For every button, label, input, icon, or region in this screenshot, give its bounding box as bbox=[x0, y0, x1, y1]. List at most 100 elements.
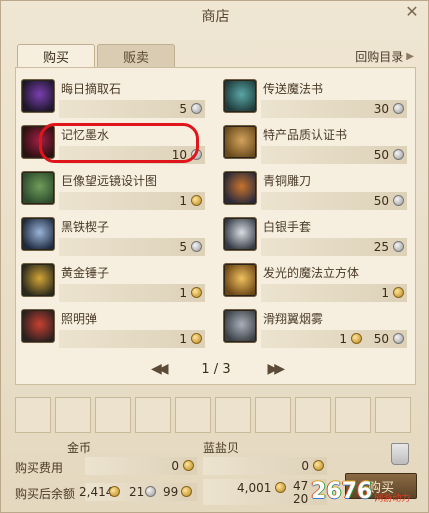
item-name: 发光的魔法立方体 bbox=[263, 266, 360, 280]
buyback-label: 回购目录 bbox=[355, 50, 404, 64]
item-price-silver: 50 bbox=[373, 332, 389, 346]
cart-slot[interactable] bbox=[255, 397, 291, 433]
cost-gold-value: 0 bbox=[171, 459, 179, 473]
trash-icon[interactable] bbox=[391, 443, 409, 465]
cart-slot[interactable] bbox=[135, 397, 171, 433]
item-price: 50 bbox=[373, 194, 389, 208]
silver-coin-icon bbox=[145, 486, 156, 497]
item-price-bar: 30 bbox=[261, 100, 407, 118]
gold-coin-icon bbox=[393, 287, 404, 298]
silver-coin-icon bbox=[393, 241, 404, 252]
item-name: 传送魔法书 bbox=[263, 82, 324, 96]
gold-coin-icon bbox=[191, 287, 202, 298]
certificate-icon bbox=[223, 125, 257, 159]
gold-coin-icon bbox=[109, 486, 120, 497]
cart-slot[interactable] bbox=[215, 397, 251, 433]
item-price: 25 bbox=[373, 240, 389, 254]
cart-slot[interactable] bbox=[175, 397, 211, 433]
item-name: 黄金锤子 bbox=[61, 266, 110, 280]
watermark-sub: 网游动力 bbox=[374, 494, 411, 504]
blueprint-icon bbox=[21, 171, 55, 205]
cost-shell-field: 0 bbox=[203, 457, 327, 475]
shop-item[interactable]: 传送魔法书 30 bbox=[223, 79, 407, 121]
cost-shell-value: 0 bbox=[301, 459, 309, 473]
item-price-bar: 25 bbox=[261, 238, 407, 256]
balance-copper-value: 99 bbox=[163, 485, 179, 499]
cart-slot[interactable] bbox=[15, 397, 51, 433]
gold-coin-icon bbox=[191, 195, 202, 206]
cost-gold-field: 0 bbox=[85, 457, 197, 475]
glider-smoke-icon bbox=[223, 309, 257, 343]
item-price: 1 bbox=[179, 332, 187, 346]
book-icon bbox=[223, 79, 257, 113]
gold-coin-icon bbox=[183, 460, 194, 471]
item-name: 滑翔翼烟雾 bbox=[263, 312, 324, 326]
shop-item[interactable]: 特产品质认证书 50 bbox=[223, 125, 407, 167]
item-price: 30 bbox=[373, 102, 389, 116]
balance-label: 购买后余额 bbox=[15, 487, 76, 501]
page-indicator: 1 / 3 bbox=[201, 361, 231, 377]
item-name: 白银手套 bbox=[263, 220, 312, 234]
tab-buy[interactable]: 购买 bbox=[17, 44, 95, 68]
shop-item[interactable]: 黄金锤子 1 bbox=[21, 263, 205, 305]
silver-coin-icon bbox=[393, 149, 404, 160]
tab-sell[interactable]: 贩卖 bbox=[97, 44, 175, 68]
item-price-bar: 1 50 bbox=[261, 330, 407, 348]
shop-item[interactable]: 巨像望远镜设计图 1 bbox=[21, 171, 205, 213]
last-page-icon[interactable]: ▶▶ bbox=[267, 361, 284, 377]
shop-item[interactable]: 晦日摘取石 5 bbox=[21, 79, 205, 121]
item-price-bar: 1 bbox=[59, 330, 205, 348]
item-price-bar: 5 bbox=[59, 238, 205, 256]
stone-icon bbox=[21, 79, 55, 113]
item-price: 5 bbox=[179, 102, 187, 116]
silver-coin-icon bbox=[393, 333, 404, 344]
cart-slot[interactable] bbox=[55, 397, 91, 433]
buyback-link[interactable]: 回购目录 ▶ bbox=[355, 48, 414, 65]
cart-slot[interactable] bbox=[95, 397, 131, 433]
item-price-bar: 50 bbox=[261, 146, 407, 164]
tab-buy-label: 购买 bbox=[42, 51, 69, 66]
shell-icon bbox=[275, 482, 286, 493]
item-name: 特产品质认证书 bbox=[263, 128, 348, 142]
cart-slot[interactable] bbox=[295, 397, 331, 433]
item-price: 1 bbox=[179, 194, 187, 208]
shell-column-label: 蓝盐贝 bbox=[203, 441, 240, 455]
balance-silver-value: 21 bbox=[129, 485, 145, 499]
close-icon[interactable]: ✕ bbox=[404, 4, 420, 20]
item-price: 5 bbox=[179, 240, 187, 254]
cart-slot[interactable] bbox=[335, 397, 371, 433]
shop-window: 商店 ✕ 购买 贩卖 回购目录 ▶ 晦日摘取石 5 传送魔法书 30 记忆墨水 … bbox=[0, 0, 429, 513]
copper-coin-icon bbox=[181, 486, 192, 497]
item-name: 巨像望远镜设计图 bbox=[61, 174, 158, 188]
item-name: 黑铁楔子 bbox=[61, 220, 110, 234]
window-title-text: 商店 bbox=[201, 9, 230, 25]
item-price-bar: 1 bbox=[59, 192, 205, 210]
silver-coin-icon bbox=[191, 103, 202, 114]
shop-item[interactable]: 黑铁楔子 5 bbox=[21, 217, 205, 259]
hammer-icon bbox=[21, 263, 55, 297]
shop-item[interactable]: 滑翔翼烟雾 1 50 bbox=[223, 309, 407, 351]
shop-item[interactable]: 白银手套 25 bbox=[223, 217, 407, 259]
item-name: 晦日摘取石 bbox=[61, 82, 122, 96]
cart-slot[interactable] bbox=[375, 397, 411, 433]
balance-shell-field: 4,001 47 20 bbox=[203, 479, 327, 506]
red-highlight-circle bbox=[39, 123, 199, 163]
balance-gold-field: 2,414 21 99 bbox=[79, 483, 197, 501]
pagination: ◀◀ 1 / 3 ▶▶ bbox=[151, 359, 285, 379]
item-price-bar: 50 bbox=[261, 192, 407, 210]
first-page-icon[interactable]: ◀◀ bbox=[151, 361, 168, 377]
item-price-gold: 1 bbox=[339, 332, 347, 346]
item-price-bar: 1 bbox=[261, 284, 407, 302]
item-name: 照明弹 bbox=[61, 312, 98, 326]
tab-sell-label: 贩卖 bbox=[122, 51, 149, 66]
shop-item[interactable]: 发光的魔法立方体 1 bbox=[223, 263, 407, 305]
cost-label: 购买费用 bbox=[15, 461, 64, 475]
shop-item[interactable]: 青铜雕刀 50 bbox=[223, 171, 407, 213]
gauntlet-icon bbox=[223, 217, 257, 251]
item-price: 1 bbox=[179, 286, 187, 300]
watermark-logo: 2676 网游动力 bbox=[311, 469, 429, 513]
watermark-text: 2676 bbox=[311, 479, 373, 504]
cart-slots bbox=[15, 397, 416, 435]
wedge-icon bbox=[21, 217, 55, 251]
shop-item[interactable]: 照明弹 1 bbox=[21, 309, 205, 351]
